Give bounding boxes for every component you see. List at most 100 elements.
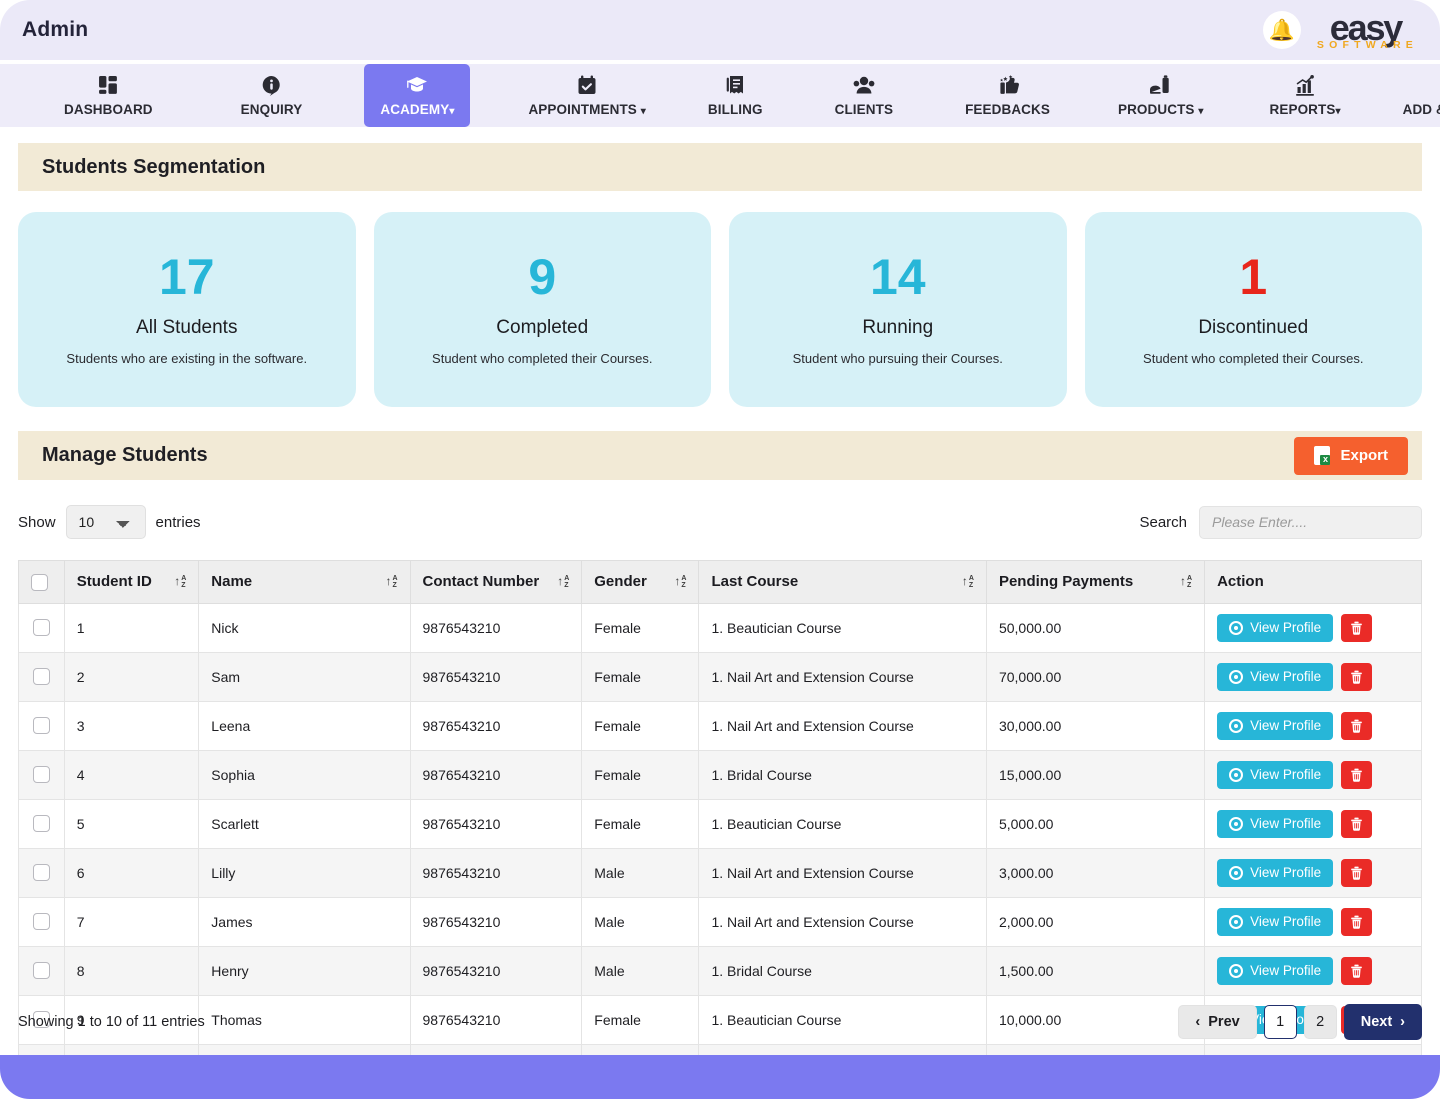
stat-card-all-students[interactable]: 17 All Students Students who are existin… [18, 212, 356, 407]
pagination-page-2[interactable]: 2 [1304, 1005, 1337, 1039]
view-profile-button[interactable]: View Profile [1217, 859, 1333, 887]
nav-label-clients: CLIENTS [835, 102, 893, 117]
stat-label-completed: Completed [496, 317, 588, 339]
users-icon [853, 73, 875, 98]
delete-row-button[interactable] [1341, 761, 1372, 789]
nav-item-billing[interactable]: BILLING [692, 64, 779, 127]
nav-label-products-text: PRODUCTS [1118, 102, 1195, 117]
nav-label-appointments: APPOINTMENTS ▾ [528, 102, 645, 117]
row-checkbox[interactable] [33, 864, 50, 881]
stat-card-running[interactable]: 14 Running Student who pursuing their Co… [729, 212, 1067, 407]
table-header-student-id[interactable]: Student ID ↑AZ [64, 561, 199, 604]
delete-row-button[interactable] [1341, 663, 1372, 691]
row-checkbox[interactable] [33, 962, 50, 979]
header-label-name: Name [211, 573, 252, 590]
manage-students-title: Manage Students [42, 444, 208, 467]
manage-students-header: Manage Students Export [18, 431, 1422, 480]
select-all-checkbox[interactable] [31, 574, 48, 591]
stat-card-discontinued[interactable]: 1 Discontinued Student who completed the… [1085, 212, 1423, 407]
nav-item-academy[interactable]: ACADEMY▾ [364, 64, 470, 127]
table-row: 6Lilly9876543210Male1. Nail Art and Exte… [19, 848, 1422, 897]
calendar-check-icon [577, 73, 597, 98]
nav-item-reports[interactable]: REPORTS▾ [1254, 64, 1357, 127]
table-row: 2Sam9876543210Female1. Nail Art and Exte… [19, 652, 1422, 701]
cell-action: View Profile [1205, 701, 1422, 750]
cell-contact-number: 9876543210 [410, 652, 582, 701]
graduation-cap-icon [406, 73, 428, 98]
cell-gender: Male [582, 897, 699, 946]
table-header-name[interactable]: Name ↑AZ [199, 561, 410, 604]
eye-icon [1229, 964, 1243, 978]
row-checkbox[interactable] [33, 815, 50, 832]
delete-row-button[interactable] [1341, 614, 1372, 642]
trash-icon [1350, 866, 1363, 880]
table-header-last-course[interactable]: Last Course ↑AZ [699, 561, 986, 604]
view-profile-button[interactable]: View Profile [1217, 957, 1333, 985]
cell-student-id: 8 [64, 946, 199, 995]
pagination-next-label: Next [1361, 1014, 1392, 1030]
pagination-prev-button[interactable]: ‹ Prev [1178, 1005, 1256, 1039]
nav-item-add-and-manage[interactable]: ADD & MANAGE▾ [1387, 64, 1440, 127]
eye-icon [1229, 621, 1243, 635]
pagination-next-button[interactable]: Next › [1344, 1004, 1422, 1040]
cell-action: View Profile [1205, 946, 1422, 995]
info-icon [261, 73, 282, 98]
row-checkbox[interactable] [33, 619, 50, 636]
cell-gender: Female [582, 750, 699, 799]
delete-row-button[interactable] [1341, 908, 1372, 936]
cell-gender: Female [582, 603, 699, 652]
table-header-gender[interactable]: Gender ↑AZ [582, 561, 699, 604]
show-label: Show [18, 514, 56, 531]
table-header-contact-number[interactable]: Contact Number ↑AZ [410, 561, 582, 604]
delete-row-button[interactable] [1341, 810, 1372, 838]
view-profile-button[interactable]: View Profile [1217, 761, 1333, 789]
delete-row-button[interactable] [1341, 712, 1372, 740]
nav-item-clients[interactable]: CLIENTS [819, 64, 909, 127]
sort-icon: ↑AZ [1180, 575, 1192, 589]
nav-item-appointments[interactable]: APPOINTMENTS ▾ [512, 64, 661, 127]
stat-card-completed[interactable]: 9 Completed Student who completed their … [374, 212, 712, 407]
view-profile-label: View Profile [1250, 620, 1321, 635]
header-label-student-id: Student ID [77, 573, 152, 590]
table-header-row: Student ID ↑AZ Name ↑AZ Contact Number [19, 561, 1422, 604]
search-label: Search [1139, 514, 1187, 531]
cell-contact-number: 9876543210 [410, 701, 582, 750]
cell-pending-payments: 50,000.00 [986, 603, 1204, 652]
notification-bell-button[interactable]: 🔔 [1263, 11, 1301, 49]
chevron-left-icon: ‹ [1195, 1014, 1200, 1030]
nav-label-feedbacks: FEEDBACKS [965, 102, 1050, 117]
row-checkbox[interactable] [33, 717, 50, 734]
view-profile-button[interactable]: View Profile [1217, 663, 1333, 691]
stat-label-all-students: All Students [136, 317, 237, 339]
eye-icon [1229, 817, 1243, 831]
row-select-cell [19, 652, 65, 701]
search-input[interactable] [1199, 506, 1422, 539]
table-header-pending-payments[interactable]: Pending Payments ↑AZ [986, 561, 1204, 604]
cell-name: Henry [199, 946, 410, 995]
page-length-select[interactable]: 102550100 [66, 505, 146, 539]
row-checkbox[interactable] [33, 668, 50, 685]
nav-item-feedbacks[interactable]: FEEDBACKS [949, 64, 1066, 127]
nav-item-dashboard[interactable]: DASHBOARD [48, 64, 169, 127]
export-button[interactable]: Export [1294, 437, 1408, 475]
delete-row-button[interactable] [1341, 957, 1372, 985]
view-profile-button[interactable]: View Profile [1217, 614, 1333, 642]
table-row: 5Scarlett9876543210Female1. Beautician C… [19, 799, 1422, 848]
stat-desc-discontinued: Student who completed their Courses. [1143, 350, 1363, 368]
view-profile-label: View Profile [1250, 767, 1321, 782]
view-profile-button[interactable]: View Profile [1217, 908, 1333, 936]
nav-item-products[interactable]: PRODUCTS ▾ [1102, 64, 1220, 127]
row-checkbox[interactable] [33, 766, 50, 783]
pagination-page-1[interactable]: 1 [1264, 1005, 1297, 1039]
cell-name: James [199, 897, 410, 946]
nav-item-enquiry[interactable]: ENQUIRY [225, 64, 319, 127]
view-profile-label: View Profile [1250, 718, 1321, 733]
view-profile-button[interactable]: View Profile [1217, 810, 1333, 838]
view-profile-button[interactable]: View Profile [1217, 712, 1333, 740]
stat-desc-running: Student who pursuing their Courses. [793, 350, 1003, 368]
stat-label-running: Running [862, 317, 933, 339]
trash-icon [1350, 817, 1363, 831]
row-checkbox[interactable] [33, 913, 50, 930]
stat-value-all-students: 17 [159, 251, 215, 304]
delete-row-button[interactable] [1341, 859, 1372, 887]
